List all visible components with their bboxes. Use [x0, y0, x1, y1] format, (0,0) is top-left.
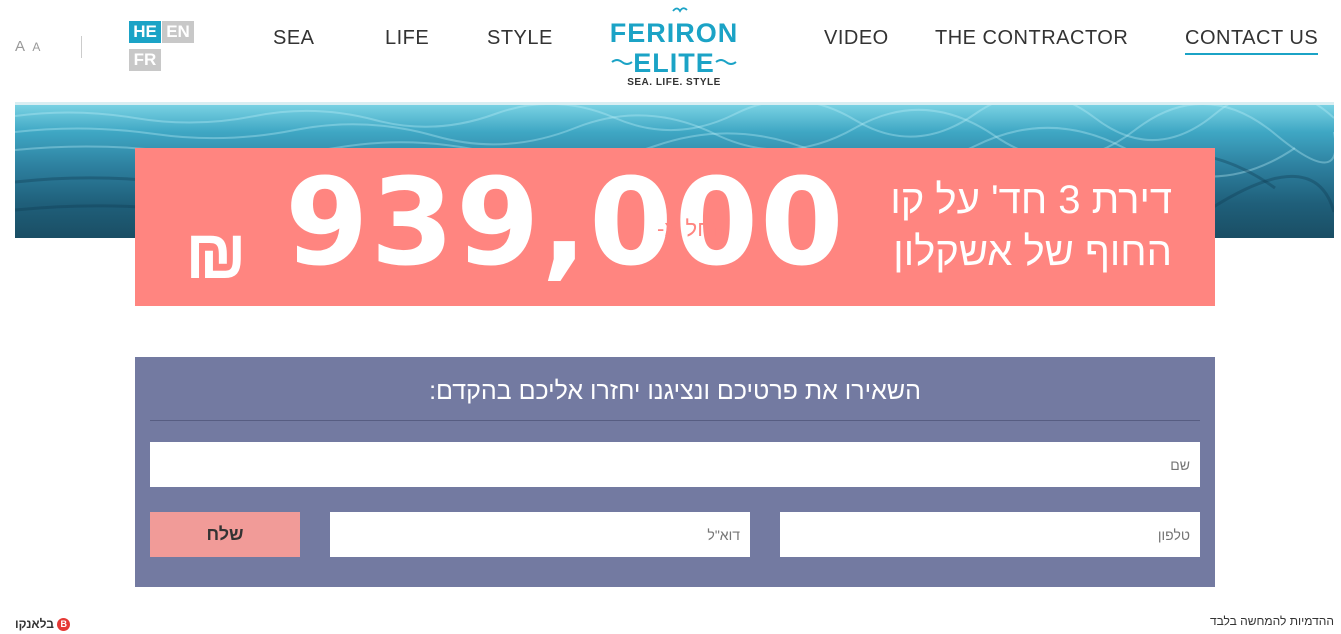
email-field[interactable]	[330, 512, 750, 557]
promo-banner: דירת 3 חד' על קו החוף של אשקלון 939,000 …	[135, 148, 1215, 306]
nav-contractor[interactable]: THE CONTRACTOR	[935, 27, 1128, 50]
lang-en[interactable]: EN	[162, 21, 194, 43]
font-size-control[interactable]: A A	[15, 38, 42, 55]
font-size-small[interactable]: A	[32, 40, 42, 54]
phone-field[interactable]	[780, 512, 1200, 557]
nav-video[interactable]: VIDEO	[824, 27, 889, 50]
logo-tagline: SEA. LIFE. STYLE	[627, 77, 721, 88]
nav-style[interactable]: STYLE	[487, 27, 553, 50]
promo-title-line1: דירת 3 חד' על קו	[890, 178, 1172, 222]
lang-fr[interactable]: FR	[129, 49, 161, 71]
nav-contact[interactable]: CONTACT US	[1185, 27, 1319, 55]
brand-logo-icon: B	[57, 618, 71, 632]
lang-he[interactable]: HE	[129, 21, 161, 43]
promo-currency: ₪	[185, 215, 247, 293]
agency-credit-link[interactable]: B בלאנקו	[15, 617, 71, 632]
promo-price: 939,000	[285, 154, 846, 293]
form-divider	[150, 420, 1200, 421]
logo-text-line1: FERIRON	[609, 18, 739, 48]
contact-form: השאירו את פרטיכם ונציגנו יחזרו אליכם בהק…	[135, 357, 1215, 587]
agency-name: בלאנקו	[15, 617, 54, 631]
site-header: A A HE EN FR SEA LIFE STYLE FERIRON ELIT…	[0, 0, 1341, 102]
form-title: השאירו את פרטיכם ונציגנו יחזרו אליכם בהק…	[429, 377, 921, 405]
seagull-icon	[672, 7, 688, 13]
name-field[interactable]	[150, 442, 1200, 487]
divider	[81, 36, 82, 58]
site-logo[interactable]: FERIRON ELITE SEA. LIFE. STYLE	[606, 4, 742, 94]
promo-from-label: החל מ-	[657, 216, 726, 241]
font-size-large[interactable]: A	[15, 38, 26, 55]
submit-button[interactable]: שלח	[150, 512, 300, 557]
disclaimer-text: ההדמיות להמחשה בלבד	[1209, 614, 1334, 628]
promo-title-line2: החוף של אשקלון	[893, 230, 1172, 274]
nav-life[interactable]: LIFE	[385, 27, 429, 50]
nav-sea[interactable]: SEA	[273, 27, 315, 50]
logo-text-line2: ELITE	[633, 48, 715, 78]
